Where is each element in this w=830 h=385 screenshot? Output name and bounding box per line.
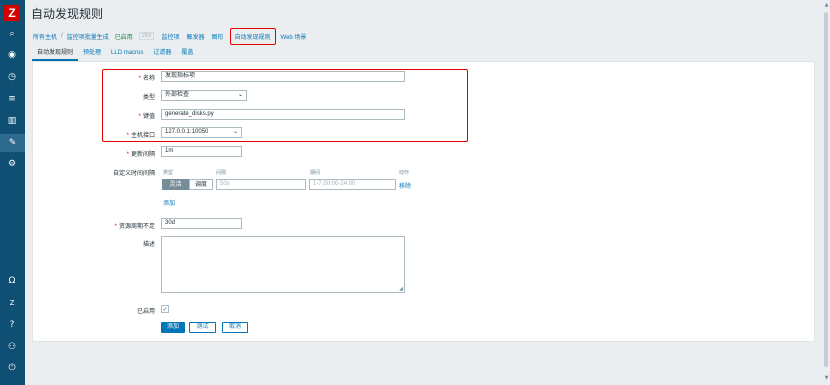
resize-grip-icon[interactable]: ◢ (399, 286, 403, 292)
add-interval-link[interactable]: 添加 (163, 198, 175, 207)
custom-period-input[interactable]: 1-7,00:00-24:00 (309, 179, 396, 190)
custom-interval-input[interactable]: 50s (216, 179, 306, 190)
scroll-up-icon[interactable]: ▲ (823, 2, 830, 8)
lifetime-input[interactable]: 30d (161, 218, 242, 229)
custom-col-action: 动作 (399, 170, 410, 176)
host-nav-web-scenarios[interactable]: Web 场景 (281, 32, 307, 41)
page-title: 自动发现规则 (31, 7, 104, 21)
tab-filters[interactable]: 过滤器 (148, 48, 176, 61)
support-icon[interactable]: Ω (4, 274, 20, 288)
scrollbar-thumb[interactable] (824, 12, 828, 367)
description-textarea[interactable]: ◢ (161, 236, 405, 293)
enabled-label: 已启用 (136, 309, 155, 315)
interval-label: * 更新间隔 (126, 152, 155, 158)
lifetime-label: * 资源周期不足 (114, 224, 155, 230)
breadcrumb-host[interactable]: 监控项批量生成 (67, 32, 109, 41)
flexible-toggle[interactable]: 灵活 (162, 179, 189, 190)
host-nav-items[interactable]: 监控项 (161, 32, 179, 41)
enabled-checkbox[interactable]: ✓ (161, 305, 169, 313)
tab-overrides[interactable]: 覆盖 (176, 48, 198, 61)
custom-intervals-label: 自定义时间间隔 (112, 171, 155, 177)
logout-icon[interactable]: ⏻ (4, 361, 20, 375)
zabbix-logo[interactable]: Z (4, 5, 20, 21)
zbx-availability-badge: ZBX (138, 32, 155, 40)
custom-col-interval: 间隔 (216, 170, 227, 176)
scroll-down-icon[interactable]: ▼ (823, 375, 830, 381)
host-status-enabled[interactable]: 已启用 (115, 32, 133, 41)
remove-interval-link[interactable]: 移除 (399, 181, 411, 190)
help-icon[interactable]: ? (4, 318, 20, 332)
tab-discovery-rule[interactable]: 自动发现规则 (32, 48, 79, 61)
description-label: 描述 (142, 242, 155, 248)
page-scrollbar[interactable]: ▲ ▼ (823, 0, 830, 385)
cancel-button[interactable]: 取消 (222, 322, 248, 333)
annotation-highlight-box (102, 69, 468, 142)
breadcrumb-all-hosts[interactable]: 所有主机 (33, 32, 57, 41)
sidebar: Z ⌕ ◉ ◷ ≡ ▥ ✎ ⚙ Ω Z ? ⚇ ⏻ (0, 0, 25, 385)
host-nav-triggers[interactable]: 触发器 (186, 32, 204, 41)
breadcrumb: 所有主机 / 监控项批量生成 已启用 ZBX 监控项 触发器 图形 自动发现规则… (33, 27, 307, 45)
host-nav-discovery-rules[interactable]: 自动发现规则 (229, 27, 276, 45)
tab-lld-macros[interactable]: LLD macros (106, 48, 148, 61)
host-nav-graphs[interactable]: 图形 (211, 32, 223, 41)
eye-icon[interactable]: ◉ (4, 48, 20, 62)
scheduling-toggle[interactable]: 调度 (189, 179, 213, 190)
breadcrumb-separator: / (61, 33, 63, 39)
user-icon[interactable]: ⚇ (4, 340, 20, 354)
search-icon[interactable]: ⌕ (4, 27, 20, 41)
interval-input[interactable]: 1m (161, 146, 242, 157)
custom-col-type: 类型 (163, 170, 174, 176)
tab-preprocessing[interactable]: 预处理 (78, 48, 106, 61)
add-button[interactable]: 添加 (161, 322, 185, 333)
test-button[interactable]: 测试 (189, 322, 216, 333)
form-tabs: 自动发现规则 预处理 LLD macros 过滤器 覆盖 (32, 48, 198, 61)
custom-col-period: 期间 (310, 170, 321, 176)
